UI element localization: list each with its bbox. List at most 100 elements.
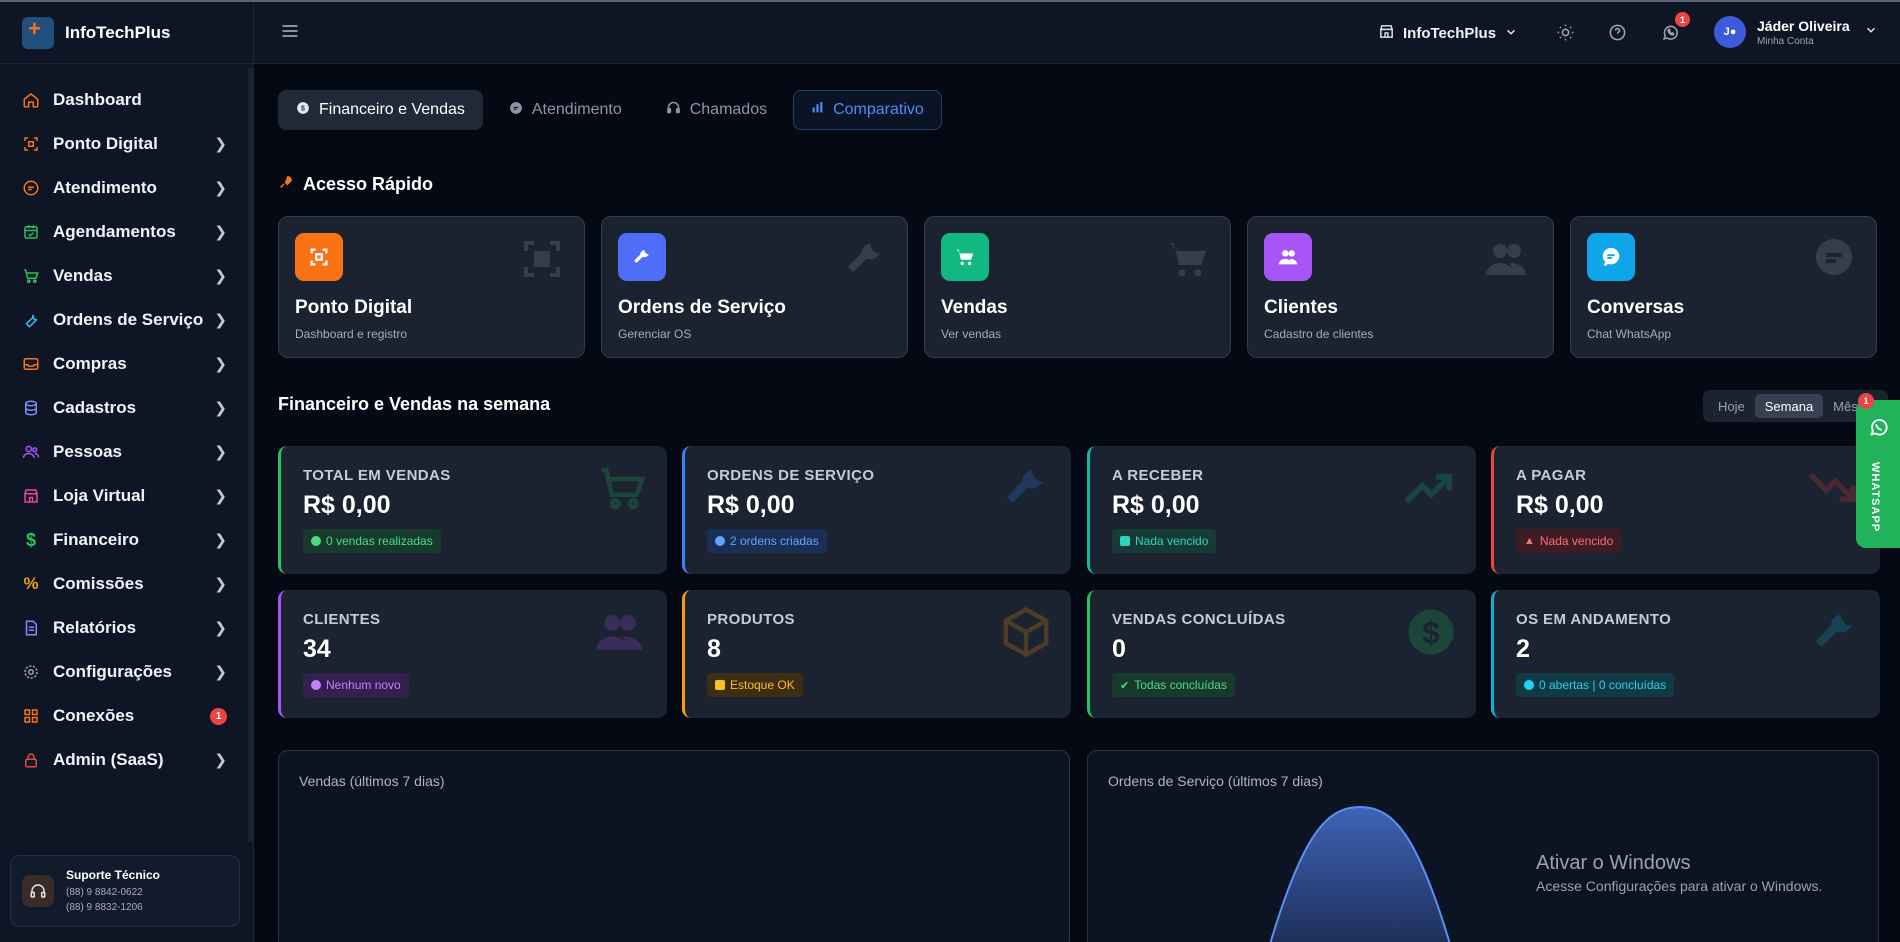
notification-badge: 1 <box>210 707 227 725</box>
svg-text:$: $ <box>1422 614 1440 650</box>
tab-label: Atendimento <box>531 101 622 118</box>
wrench-icon <box>999 461 1053 520</box>
stat-clientes[interactable]: CLIENTES 34 Nenhum novo <box>278 590 667 718</box>
chevron-down-icon <box>1504 25 1526 43</box>
chevron-right-icon: ❯ <box>214 752 227 769</box>
check-icon: ✔ <box>1120 679 1130 692</box>
sun-icon[interactable] <box>1556 23 1575 47</box>
stat-total-vendas[interactable]: TOTAL EM VENDAS R$ 0,00 0 vendas realiza… <box>278 446 667 574</box>
watermark-title: Ativar o Windows <box>1536 852 1691 874</box>
sidebar-item-label: Financeiro <box>53 530 139 549</box>
quick-access-vendas[interactable]: Vendas Ver vendas <box>924 216 1231 358</box>
cart-icon <box>22 267 40 285</box>
stat-a-pagar[interactable]: A PAGAR R$ 0,00 ▲ Nada vencido <box>1491 446 1880 574</box>
sidebar-item-label: Relatórios <box>53 618 137 637</box>
stat-produtos[interactable]: PRODUTOS 8 Estoque OK <box>682 590 1071 718</box>
sidebar-item-pessoas[interactable]: Pessoas ❯ <box>0 430 253 474</box>
users-icon <box>589 605 649 664</box>
stat-label: OS EM ANDAMENTO <box>1516 611 1672 628</box>
sidebar-scrollbar[interactable] <box>248 68 253 842</box>
tab-atendimento[interactable]: Atendimento <box>491 90 640 130</box>
sidebar-item-cadastros[interactable]: Cadastros ❯ <box>0 386 253 430</box>
tab-comparativo[interactable]: Comparativo <box>793 90 942 130</box>
tab-label: Financeiro e Vendas <box>319 101 465 118</box>
inbox-icon <box>22 355 40 373</box>
menu-toggle-icon[interactable] <box>280 21 300 46</box>
sidebar-item-configuracoes[interactable]: Configurações ❯ <box>0 650 253 694</box>
stat-value: R$ 0,00 <box>707 491 795 519</box>
chevron-right-icon: ❯ <box>214 224 227 241</box>
dollar-circle-icon: $ <box>1404 605 1458 664</box>
cart-icon <box>1164 235 1212 288</box>
sidebar-item-financeiro[interactable]: $ Financeiro ❯ <box>0 518 253 562</box>
quick-access-desc: Ver vendas <box>941 327 1002 341</box>
period-today-button[interactable]: Hoje <box>1708 394 1755 418</box>
sidebar-item-conexoes[interactable]: Conexões 1 <box>0 694 253 738</box>
chevron-right-icon: ❯ <box>214 576 227 593</box>
sidebar-item-loja-virtual[interactable]: Loja Virtual ❯ <box>0 474 253 518</box>
sales-chart-panel: Vendas (últimos 7 dias) <box>278 750 1070 942</box>
user-menu[interactable]: J● Jáder Oliveira Minha Conta <box>1714 16 1878 48</box>
os-chart-panel: Ordens de Serviço (últimos 7 dias) <box>1087 750 1879 942</box>
sidebar-item-label: Vendas <box>53 266 113 285</box>
rocket-icon <box>278 174 303 195</box>
sidebar-item-label: Ponto Digital <box>53 134 158 153</box>
sidebar-item-label: Configurações <box>53 662 173 681</box>
gear-icon <box>22 663 40 681</box>
sidebar-item-compras[interactable]: Compras ❯ <box>0 342 253 386</box>
sidebar-item-label: Ordens de Serviço <box>53 310 204 329</box>
sidebar-item-vendas[interactable]: Vendas ❯ <box>0 254 253 298</box>
brand[interactable]: + InfoTechPlus <box>0 2 253 64</box>
stat-a-receber[interactable]: A RECEBER R$ 0,00 Nada vencido <box>1087 446 1476 574</box>
user-name: Jáder Oliveira <box>1757 17 1850 34</box>
sidebar-item-admin-saas[interactable]: Admin (SaaS) ❯ <box>0 738 253 782</box>
support-phone: (88) 9 8842-0622 <box>66 886 143 898</box>
quick-access-conversas[interactable]: Conversas Chat WhatsApp <box>1570 216 1877 358</box>
stat-os-em-andamento[interactable]: OS EM ANDAMENTO 2 0 abertas | 0 concluíd… <box>1491 590 1880 718</box>
stat-badge: ▲ Nada vencido <box>1516 529 1622 553</box>
stat-label: TOTAL EM VENDAS <box>303 467 451 484</box>
quick-access-name: Ponto Digital <box>295 297 413 318</box>
quick-access-name: Vendas <box>941 297 1008 318</box>
chat-icon <box>22 179 40 197</box>
sidebar-item-dashboard[interactable]: Dashboard <box>0 78 253 122</box>
whatsapp-icon <box>1868 416 1890 443</box>
period-week-button[interactable]: Semana <box>1754 394 1824 418</box>
quick-access-clientes[interactable]: Clientes Cadastro de clientes <box>1247 216 1554 358</box>
organization-selector[interactable]: InfoTechPlus <box>1378 23 1526 44</box>
sidebar-item-ponto-digital[interactable]: Ponto Digital ❯ <box>0 122 253 166</box>
sidebar-item-label: Comissões <box>53 574 144 593</box>
whatsapp-icon[interactable] <box>1661 23 1680 47</box>
topbar: InfoTechPlus 1 J● Jáder Oliveira Minha C… <box>254 2 1900 64</box>
sidebar-item-label: Admin (SaaS) <box>53 750 164 769</box>
sidebar: + InfoTechPlus Dashboard Ponto Digital ❯… <box>0 2 254 942</box>
chat-icon <box>1810 235 1858 288</box>
users-icon <box>22 443 40 461</box>
support-card[interactable]: Suporte Técnico (88) 9 8842-0622 (88) 9 … <box>10 855 240 927</box>
warning-icon: ▲ <box>1524 535 1535 547</box>
sidebar-item-relatorios[interactable]: Relatórios ❯ <box>0 606 253 650</box>
grid-icon <box>22 707 40 725</box>
quick-access-ordens-de-servico[interactable]: Ordens de Serviço Gerenciar OS <box>601 216 908 358</box>
sidebar-item-agendamentos[interactable]: Agendamentos ❯ <box>0 210 253 254</box>
help-icon[interactable] <box>1608 23 1627 47</box>
whatsapp-float-button[interactable]: WHATSAPP <box>1856 400 1900 548</box>
organization-name: InfoTechPlus <box>1403 25 1497 42</box>
sidebar-item-ordens-de-servico[interactable]: Ordens de Serviço ❯ <box>0 298 253 342</box>
sidebar-item-label: Cadastros <box>53 398 137 417</box>
scan-icon <box>518 235 566 288</box>
os-chart-series-area <box>1270 807 1450 942</box>
users-icon <box>1477 235 1535 288</box>
store-icon <box>1378 23 1403 44</box>
stat-vendas-concluidas[interactable]: VENDAS CONCLUÍDAS 0 ✔ Todas concluídas $ <box>1087 590 1476 718</box>
quick-access-ponto-digital[interactable]: Ponto Digital Dashboard e registro <box>278 216 585 358</box>
sidebar-item-atendimento[interactable]: Atendimento ❯ <box>0 166 253 210</box>
percent-icon: % <box>23 574 39 593</box>
chevron-right-icon: ❯ <box>214 268 227 285</box>
tab-financeiro-e-vendas[interactable]: $ Financeiro e Vendas <box>278 90 483 130</box>
file-text-icon <box>22 619 40 637</box>
stat-ordens-servico[interactable]: ORDENS DE SERVIÇO R$ 0,00 2 ordens criad… <box>682 446 1071 574</box>
tab-chamados[interactable]: Chamados <box>648 90 785 130</box>
chevron-right-icon: ❯ <box>214 400 227 417</box>
sidebar-item-comissoes[interactable]: % Comissões ❯ <box>0 562 253 606</box>
